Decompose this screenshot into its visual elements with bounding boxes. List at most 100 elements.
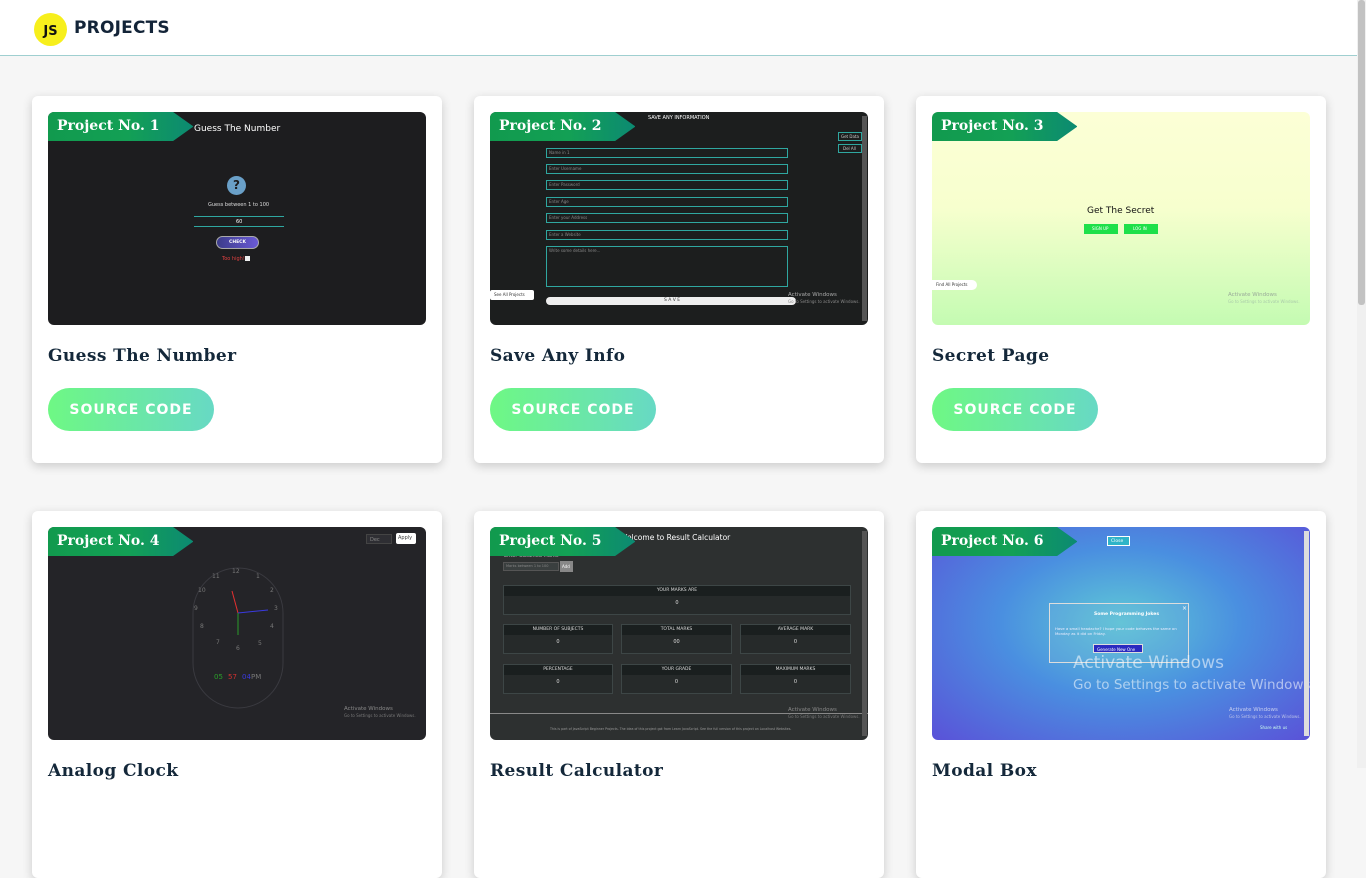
- clock-number: 7: [216, 639, 220, 646]
- preview-your-marks-box: YOUR MARKS ARE 0: [503, 585, 851, 615]
- clock-number: 5: [258, 640, 262, 647]
- project-number-ribbon: Project No. 4: [48, 527, 194, 556]
- preview-field: Enter Age: [546, 197, 788, 207]
- project-card-3: Project No. 3 Get The Secret SIGN UP LOG…: [916, 96, 1326, 463]
- preview-apply-button: Apply: [396, 533, 416, 544]
- preview-stat-box: MAXIMUM MARKS 0: [740, 664, 851, 694]
- project-title: Analog Clock: [48, 761, 179, 781]
- preview-see-all-button: See All Projects: [490, 290, 534, 300]
- preview-get-data-button: Get Data: [838, 132, 862, 141]
- page-scrollbar[interactable]: [1357, 0, 1366, 768]
- windows-watermark-sub: Go to Settings to activate Windows.: [788, 714, 860, 719]
- preview-heading: Guess The Number: [194, 124, 281, 134]
- project-card-4: Project No. 4 Dec Apply 12 1 2 3 4 5 6 7…: [32, 511, 442, 878]
- site-title[interactable]: PROJECTS: [74, 18, 170, 38]
- clock-number: 3: [274, 605, 278, 612]
- question-mark-icon: ?: [227, 176, 246, 195]
- digital-ampm: PM: [251, 673, 262, 681]
- clock-number: 9: [194, 605, 198, 612]
- source-code-button[interactable]: SOURCE CODE: [48, 388, 214, 431]
- project-preview-3[interactable]: Project No. 3 Get The Secret SIGN UP LOG…: [932, 112, 1310, 325]
- windows-watermark: Activate Windows: [788, 707, 837, 713]
- preview-share-link: Share with us: [1260, 725, 1288, 730]
- windows-watermark: Activate Windows: [1228, 292, 1277, 298]
- windows-watermark-small: Activate Windows: [1229, 707, 1278, 713]
- windows-watermark: Activate Windows: [344, 706, 393, 712]
- project-card-1: Project No. 1 Guess The Number ? Guess b…: [32, 96, 442, 463]
- project-preview-4[interactable]: Project No. 4 Dec Apply 12 1 2 3 4 5 6 7…: [48, 527, 426, 740]
- preview-find-all-button: Find All Projects: [932, 280, 977, 290]
- windows-watermark: Activate Windows: [788, 292, 837, 298]
- project-preview-6[interactable]: Project No. 6 Close Some Programming Jok…: [932, 527, 1310, 740]
- preview-stat-box: AVERAGE MARK 0: [740, 624, 851, 654]
- preview-field: Enter Username: [546, 164, 788, 174]
- preview-modal-close-icon: ×: [1182, 605, 1188, 612]
- windows-watermark-sub: Go to Settings to activate Windows.: [1228, 299, 1300, 304]
- scrollbar-thumb[interactable]: [1358, 0, 1365, 305]
- project-number-ribbon: Project No. 6: [932, 527, 1078, 556]
- preview-add-button: Add: [560, 561, 573, 572]
- project-title: Secret Page: [932, 346, 1050, 366]
- top-navbar: JS PROJECTS: [0, 0, 1357, 56]
- preview-login-button: LOG IN: [1124, 224, 1158, 234]
- windows-watermark-small-sub: Go to Settings to activate Windows.: [1229, 714, 1301, 719]
- project-title: Modal Box: [932, 761, 1037, 781]
- preview-stat-box: YOUR GRADE 0: [621, 664, 732, 694]
- clock-number: 12: [232, 568, 240, 575]
- project-card-6: Project No. 6 Close Some Programming Jok…: [916, 511, 1326, 878]
- digital-minutes: 57: [228, 673, 237, 681]
- clock-number: 11: [212, 573, 220, 580]
- preview-prompt: Guess between 1 to 100: [208, 202, 270, 208]
- preview-footer-text: This is part of JavaScript Beginner Proj…: [550, 727, 792, 731]
- clock-number: 2: [270, 587, 274, 594]
- preview-heading: SAVE ANY INFORMATION: [648, 115, 710, 121]
- js-logo-badge[interactable]: JS: [34, 13, 67, 46]
- preview-textarea: Write some details here...: [546, 246, 788, 287]
- preview-scrollbar: [862, 116, 867, 321]
- windows-watermark-sub: Go to Settings to activate Windows.: [788, 299, 860, 304]
- preview-field: Name in 1: [546, 148, 788, 158]
- project-number-ribbon: Project No. 1: [48, 112, 194, 141]
- project-title: Save Any Info: [490, 346, 626, 366]
- project-number-ribbon: Project No. 2: [490, 112, 636, 141]
- preview-field: Enter a Website: [546, 230, 788, 240]
- project-preview-1[interactable]: Project No. 1 Guess The Number ? Guess b…: [48, 112, 426, 325]
- project-preview-2[interactable]: Project No. 2 SAVE ANY INFORMATION Get D…: [490, 112, 868, 325]
- project-title: Result Calculator: [490, 761, 664, 781]
- project-number-ribbon: Project No. 3: [932, 112, 1078, 141]
- preview-scrollbar: [1304, 531, 1309, 736]
- preview-stat-box: NUMBER OF SUBJECTS 0: [503, 624, 613, 654]
- windows-watermark-sub: Go to Settings to activate Windows.: [344, 713, 416, 718]
- digital-hours: 05: [214, 673, 223, 681]
- preview-marks-input: Marks between 1 to 100: [503, 562, 559, 571]
- clock-number: 6: [236, 645, 240, 652]
- analog-clock-face: [192, 567, 284, 709]
- preview-stat-box: PERCENTAGE 0: [503, 664, 613, 694]
- preview-heading: Get The Secret: [1087, 206, 1155, 216]
- clock-number: 1: [256, 573, 260, 580]
- preview-save-button: S A V E: [546, 297, 796, 305]
- preview-close-button: Close: [1107, 536, 1130, 546]
- project-card-2: Project No. 2 SAVE ANY INFORMATION Get D…: [474, 96, 884, 463]
- clock-number: 10: [198, 587, 206, 594]
- preview-modal-text: Have a small headache? I hope your code …: [1055, 626, 1177, 636]
- preview-guess-input: 60: [194, 216, 284, 227]
- preview-emoji-icon: [245, 256, 250, 261]
- preview-feedback: Too high!: [222, 256, 245, 262]
- preview-modal-title: Some Programming Jokes: [1094, 612, 1160, 617]
- preview-scrollbar: [862, 531, 867, 736]
- preview-heading: Welcome to Result Calculator: [620, 533, 731, 542]
- preview-field: Enter Password: [546, 180, 788, 190]
- preview-check-button: CHECK: [216, 236, 259, 249]
- source-code-button[interactable]: SOURCE CODE: [932, 388, 1098, 431]
- windows-watermark: Activate Windows: [1073, 653, 1224, 673]
- project-preview-5[interactable]: Project No. 5 Welcome to Result Calculat…: [490, 527, 868, 740]
- preview-field: Enter your Address: [546, 213, 788, 223]
- preview-signup-button: SIGN UP: [1084, 224, 1118, 234]
- source-code-button[interactable]: SOURCE CODE: [490, 388, 656, 431]
- preview-generate-button: Generate New One: [1093, 644, 1143, 653]
- digital-seconds: 04: [242, 673, 251, 681]
- preview-select: Dec: [366, 534, 392, 544]
- project-title: Guess The Number: [48, 346, 237, 366]
- clock-number: 4: [270, 623, 274, 630]
